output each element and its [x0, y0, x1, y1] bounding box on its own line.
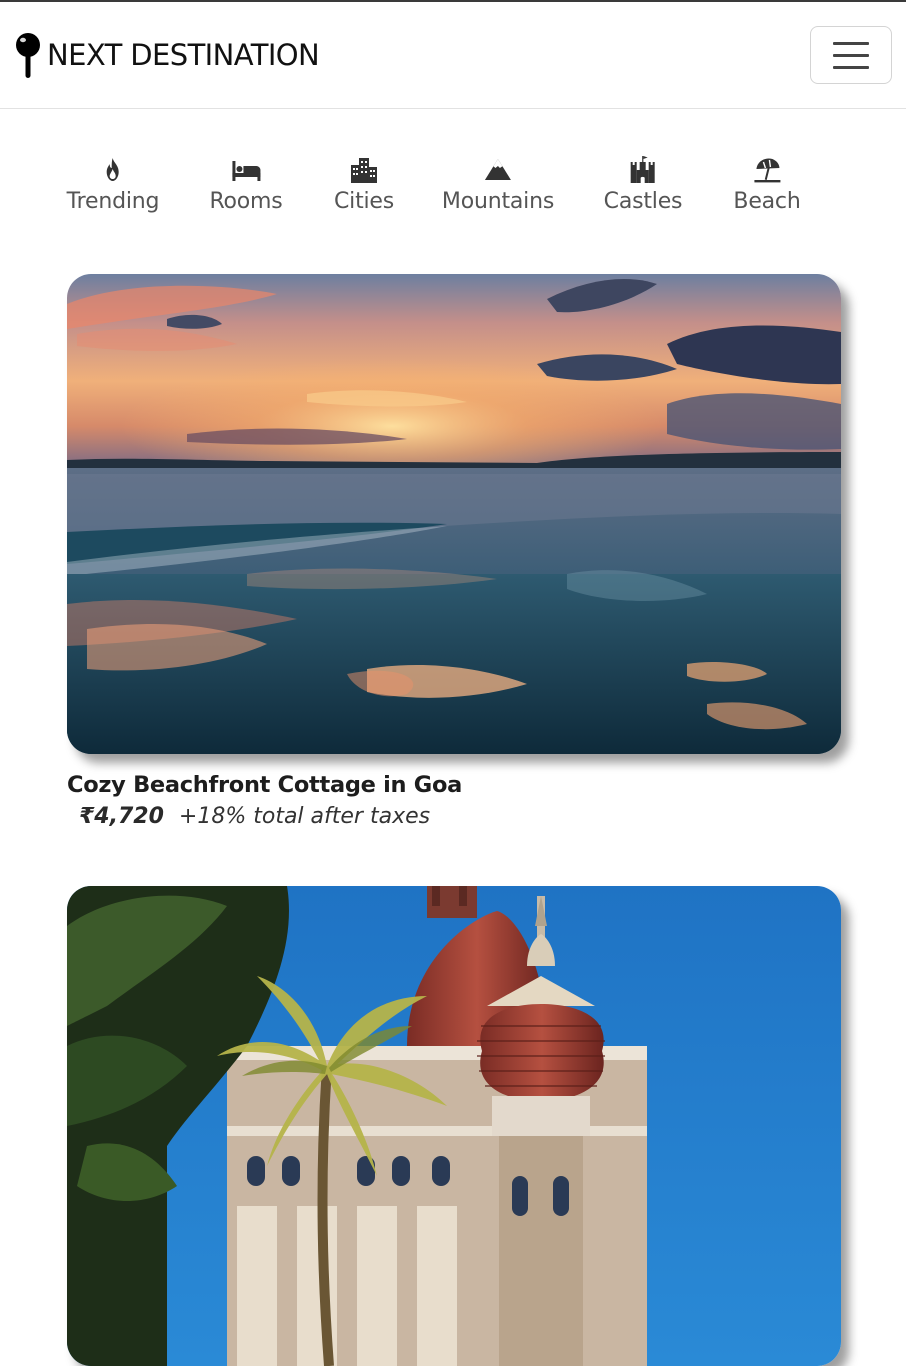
- filter-label: Beach: [733, 189, 801, 214]
- navbar: NEXT DESTINATION: [0, 2, 906, 109]
- filter-beach[interactable]: Beach: [733, 155, 801, 214]
- listing-card[interactable]: Cozy Beachfront Cottage in Goa ₹4,720 +1…: [67, 274, 841, 829]
- palace-image: [67, 886, 841, 1366]
- listing-card[interactable]: [67, 886, 841, 1366]
- brand-link[interactable]: NEXT DESTINATION: [14, 32, 320, 80]
- bed-icon: [232, 161, 260, 181]
- castle-icon: [630, 156, 655, 183]
- listing-tax-note: +18% total after taxes: [178, 804, 431, 829]
- mountain-icon: [485, 159, 511, 180]
- listing-image[interactable]: [67, 274, 841, 754]
- hamburger-menu-icon: [833, 53, 869, 57]
- filter-castles[interactable]: Castles: [604, 155, 683, 214]
- hamburger-menu-icon: [833, 65, 869, 69]
- category-filters: Trending Rooms Cities Mountains Castles …: [0, 155, 906, 235]
- listing-price: ₹4,720: [79, 804, 164, 829]
- listing-title: Cozy Beachfront Cottage in Goa: [67, 772, 463, 798]
- filter-label: Castles: [603, 189, 683, 214]
- filter-cities[interactable]: Cities: [334, 155, 394, 214]
- filter-rooms[interactable]: Rooms: [209, 155, 283, 214]
- listing-price-row: ₹4,720 +18% total after taxes: [79, 804, 841, 829]
- filter-label: Trending: [66, 189, 160, 214]
- listing-image[interactable]: [67, 886, 841, 1366]
- menu-toggle-button[interactable]: [810, 26, 892, 84]
- fire-icon: [106, 158, 119, 181]
- filter-trending[interactable]: Trending: [67, 155, 160, 214]
- map-pin-icon: [16, 33, 40, 78]
- umbrella-beach-icon: [754, 158, 780, 183]
- filter-label: Rooms: [209, 189, 283, 214]
- filter-mountains[interactable]: Mountains: [442, 155, 554, 214]
- hamburger-menu-icon: [833, 41, 869, 45]
- city-icon: [350, 158, 377, 183]
- filter-label: Cities: [333, 189, 395, 214]
- sunset-beach-image: [67, 274, 841, 754]
- filter-label: Mountains: [441, 189, 555, 214]
- brand-name: NEXT DESTINATION: [47, 38, 320, 72]
